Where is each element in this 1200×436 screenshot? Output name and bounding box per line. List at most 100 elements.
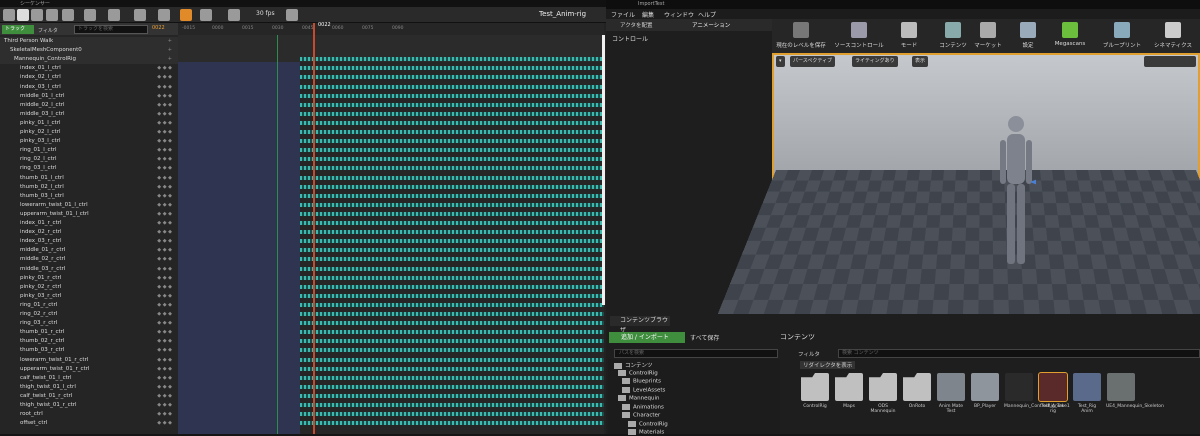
- folder-tree-item[interactable]: Mannequin: [618, 395, 659, 402]
- control-track[interactable]: lowerarm_twist_01_l_ctrl ◆ ◆ ◆: [0, 201, 178, 210]
- keyframe-lane[interactable]: [300, 239, 604, 244]
- control-track[interactable]: ring_02_l_ctrl ◆ ◆ ◆: [0, 155, 178, 164]
- pen-icon[interactable]: [200, 9, 212, 21]
- keyframe-lane[interactable]: [300, 166, 604, 171]
- keyframe-lane[interactable]: [300, 93, 604, 98]
- keyframe-lane[interactable]: [300, 130, 604, 134]
- settings-button[interactable]: 設定: [1014, 22, 1042, 49]
- control-track[interactable]: thumb_03_l_ctrl ◆ ◆ ◆: [0, 192, 178, 201]
- control-track[interactable]: pinky_03_l_ctrl ◆ ◆ ◆: [0, 137, 178, 146]
- view-icon[interactable]: [108, 9, 120, 21]
- track-options[interactable]: ◆ ◆ ◆: [157, 219, 172, 228]
- end-marker[interactable]: [602, 35, 605, 305]
- asset-folder[interactable]: ControlRig: [800, 373, 830, 409]
- folder-tree-item[interactable]: LevelAssets: [622, 386, 665, 393]
- track-options[interactable]: ◆ ◆ ◆: [157, 401, 172, 410]
- track-options[interactable]: ◆ ◆ ◆: [157, 83, 172, 92]
- keyframe-lane[interactable]: [300, 193, 604, 198]
- folder-tree-item[interactable]: コンテンツ: [614, 361, 653, 369]
- control-track[interactable]: index_03_r_ctrl ◆ ◆ ◆: [0, 237, 178, 246]
- editor-tab[interactable]: ImportTest: [638, 1, 664, 7]
- keyframe-lane[interactable]: [300, 148, 604, 153]
- camera-icon[interactable]: [62, 9, 74, 21]
- track-options[interactable]: +: [168, 46, 172, 55]
- modes-button[interactable]: モード: [894, 22, 924, 49]
- track-options[interactable]: ◆ ◆ ◆: [157, 155, 172, 164]
- track-header[interactable]: Mannequin_ControlRig +: [0, 55, 178, 65]
- asset-tile[interactable]: Test_Rig Anim: [1072, 373, 1102, 414]
- track-options[interactable]: ◆ ◆ ◆: [157, 419, 172, 428]
- control-track[interactable]: ring_03_l_ctrl ◆ ◆ ◆: [0, 164, 178, 173]
- control-track[interactable]: pinky_03_r_ctrl ◆ ◆ ◆: [0, 292, 178, 301]
- save-all-button[interactable]: すべて保存: [690, 333, 719, 342]
- menu-help[interactable]: ヘルプ: [698, 10, 716, 19]
- keyframe-lane[interactable]: [300, 330, 604, 335]
- control-track[interactable]: middle_03_l_ctrl ◆ ◆ ◆: [0, 110, 178, 119]
- track-options[interactable]: ◆ ◆ ◆: [157, 64, 172, 73]
- track-options[interactable]: ◆ ◆ ◆: [157, 101, 172, 110]
- keyframe-lane[interactable]: [300, 157, 604, 162]
- track-options[interactable]: ◆ ◆ ◆: [157, 137, 172, 146]
- save-icon[interactable]: [3, 9, 15, 21]
- track-options[interactable]: ◆ ◆ ◆: [157, 92, 172, 101]
- menu-file[interactable]: ファイル: [611, 10, 635, 19]
- cinematics-button[interactable]: シネマティクス: [1150, 22, 1196, 49]
- control-track[interactable]: index_01_l_ctrl ◆ ◆ ◆: [0, 64, 178, 73]
- track-options[interactable]: ◆ ◆ ◆: [157, 292, 172, 301]
- breadcrumb[interactable]: コンテンツ: [780, 332, 815, 342]
- marketplace-button[interactable]: マーケット: [972, 22, 1004, 49]
- asset-tile[interactable]: Test_Anim-rig: [1038, 372, 1068, 414]
- folder-tree-item[interactable]: Animations: [622, 403, 664, 410]
- track-options[interactable]: ◆ ◆ ◆: [157, 73, 172, 82]
- filter-button[interactable]: フィルタ: [798, 350, 820, 358]
- folder-tree-item[interactable]: Blueprints: [622, 378, 661, 385]
- keyframe-lane[interactable]: [300, 248, 604, 253]
- track-options[interactable]: +: [168, 37, 172, 46]
- keyframe-lane[interactable]: [300, 202, 604, 207]
- track-search-input[interactable]: トラックを検索: [74, 25, 148, 34]
- track-options[interactable]: ◆ ◆ ◆: [157, 337, 172, 346]
- add-import-button[interactable]: 追加 / インポート: [609, 332, 685, 343]
- control-track[interactable]: thumb_01_l_ctrl ◆ ◆ ◆: [0, 174, 178, 183]
- control-track[interactable]: thumb_03_r_ctrl ◆ ◆ ◆: [0, 346, 178, 355]
- controls-section[interactable]: コントロール: [612, 34, 648, 43]
- track-options[interactable]: ◆ ◆ ◆: [157, 192, 172, 201]
- control-track[interactable]: calf_twist_01_l_ctrl ◆ ◆ ◆: [0, 374, 178, 383]
- keyframe-lane[interactable]: [300, 302, 604, 307]
- keyframe-lane[interactable]: [300, 384, 604, 389]
- start-marker[interactable]: [277, 35, 278, 434]
- keyframe-lane[interactable]: [300, 75, 604, 80]
- control-track[interactable]: middle_01_r_ctrl ◆ ◆ ◆: [0, 246, 178, 255]
- control-track[interactable]: middle_01_l_ctrl ◆ ◆ ◆: [0, 92, 178, 101]
- control-track[interactable]: pinky_02_r_ctrl ◆ ◆ ◆: [0, 283, 178, 292]
- track-options[interactable]: ◆ ◆ ◆: [157, 328, 172, 337]
- keyframe-lane[interactable]: [300, 230, 604, 235]
- asset-folder[interactable]: ODS Mannequin: [868, 373, 898, 414]
- asset-tile[interactable]: Mannequin_ControlRig_Take1: [1004, 373, 1070, 409]
- track-options[interactable]: ◆ ◆ ◆: [157, 110, 172, 119]
- track-options[interactable]: ◆ ◆ ◆: [157, 374, 172, 383]
- track-options[interactable]: ◆ ◆ ◆: [157, 246, 172, 255]
- control-track[interactable]: ring_03_r_ctrl ◆ ◆ ◆: [0, 319, 178, 328]
- perspective-button[interactable]: パースペクティブ: [790, 56, 836, 67]
- track-options[interactable]: ◆ ◆ ◆: [157, 410, 172, 419]
- control-track[interactable]: ring_01_l_ctrl ◆ ◆ ◆: [0, 146, 178, 155]
- menu-window[interactable]: ウィンドウ: [664, 10, 694, 19]
- track-header[interactable]: Third Person Walk +: [0, 37, 178, 46]
- control-track[interactable]: index_02_r_ctrl ◆ ◆ ◆: [0, 228, 178, 237]
- save-level-button[interactable]: 現在のレベルを保存: [776, 22, 826, 49]
- control-track[interactable]: root_ctrl ◆ ◆ ◆: [0, 410, 178, 419]
- content-button[interactable]: コンテンツ: [936, 22, 970, 49]
- menu-edit[interactable]: 編集: [642, 10, 654, 19]
- tab-place-actors[interactable]: アクタを配置: [620, 21, 653, 29]
- keyframe-lane[interactable]: [300, 257, 604, 262]
- track-options[interactable]: ◆ ◆ ◆: [157, 255, 172, 264]
- asset-search-input[interactable]: 検索 コンテンツ: [838, 349, 1200, 358]
- control-track[interactable]: ring_01_r_ctrl ◆ ◆ ◆: [0, 301, 178, 310]
- control-track[interactable]: upperarm_twist_01_r_ctrl ◆ ◆ ◆: [0, 365, 178, 374]
- tab-animation[interactable]: アニメーション: [692, 21, 730, 29]
- playhead[interactable]: [313, 23, 315, 434]
- track-options[interactable]: ◆ ◆ ◆: [157, 319, 172, 328]
- keyframe-lane[interactable]: [300, 421, 604, 426]
- track-options[interactable]: ◆ ◆ ◆: [157, 164, 172, 173]
